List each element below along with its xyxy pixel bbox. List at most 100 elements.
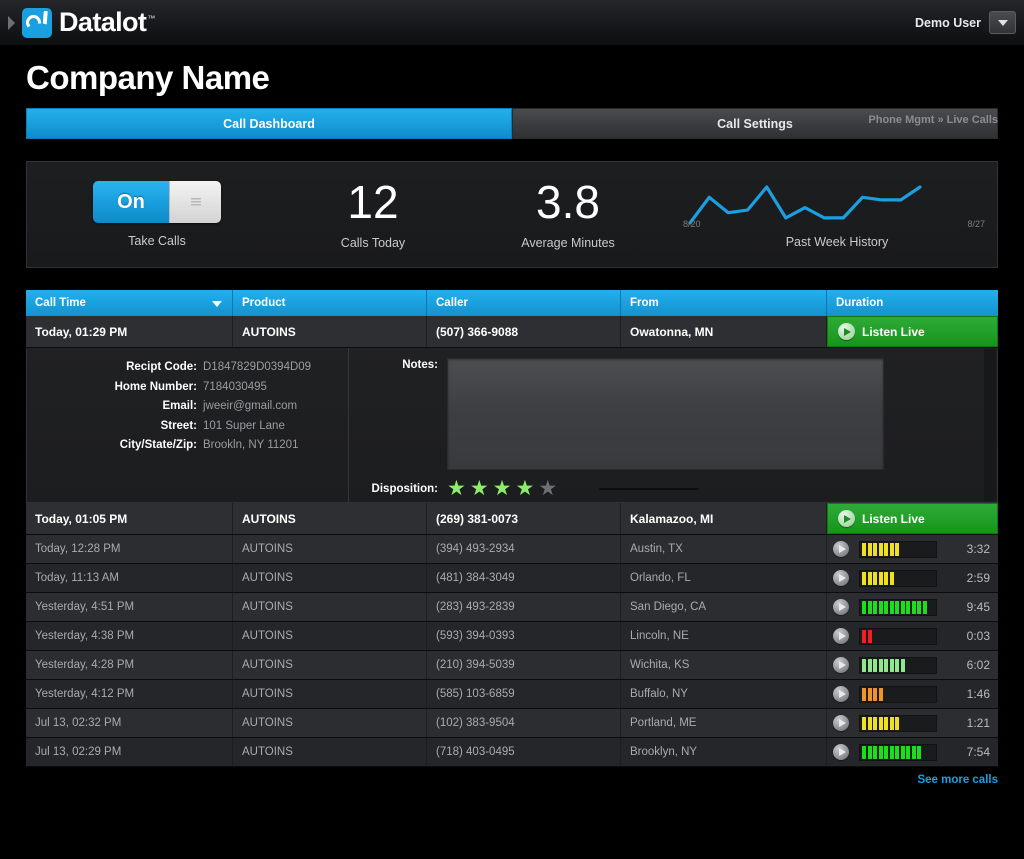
chevron-down-icon[interactable]: [989, 11, 1016, 34]
cell-caller: (269) 381-0073: [427, 503, 621, 534]
table-row[interactable]: Yesterday, 4:38 PM AUTOINS (593) 394-0393 L…: [26, 622, 998, 651]
calls-today-value: 12: [347, 176, 399, 228]
table-row[interactable]: Today, 01:29 PM AUTOINS (507) 366-9088 Owat…: [26, 316, 998, 348]
meter-segment: [873, 600, 877, 614]
cell-duration: 1:21: [827, 709, 998, 737]
play-recording-button[interactable]: [833, 686, 849, 702]
meter-segment: [895, 542, 899, 556]
column-header-from[interactable]: From: [621, 290, 827, 316]
take-calls-toggle[interactable]: On: [93, 181, 221, 223]
table-row[interactable]: Jul 13, 02:29 PM AUTOINS (718) 403-0495 Bro…: [26, 738, 998, 767]
table-row[interactable]: Today, 01:05 PM AUTOINS (269) 381-0073 Kala…: [26, 503, 998, 535]
play-recording-button[interactable]: [833, 541, 849, 557]
meter-segment: [873, 542, 877, 556]
duration-meter: [859, 743, 937, 761]
play-recording-button[interactable]: [833, 744, 849, 760]
tab-call-dashboard[interactable]: Call Dashboard: [26, 108, 512, 139]
stats-panel: On Take Calls 12 Calls Today 3.8 Average…: [26, 161, 998, 268]
user-menu[interactable]: Demo User: [915, 11, 1016, 34]
column-header-caller[interactable]: Caller: [427, 290, 621, 316]
table-row[interactable]: Yesterday, 4:51 PM AUTOINS (283) 493-2839 S…: [26, 593, 998, 622]
cell-caller: (593) 394-0393: [427, 622, 621, 650]
cell-caller: (481) 384-3049: [427, 564, 621, 592]
table-row[interactable]: Jul 13, 02:32 PM AUTOINS (102) 383-9504 Por…: [26, 709, 998, 738]
chevron-right-icon: [7, 15, 15, 30]
trademark-symbol: ™: [147, 14, 155, 23]
brand-logo[interactable]: Datalot™: [22, 7, 155, 38]
meter-segment: [878, 600, 883, 614]
detail-field-value: Brookln, NY 11201: [203, 439, 299, 452]
meter-segment: [862, 716, 866, 730]
detail-field-label: Email:: [162, 400, 197, 413]
duration-time: 1:46: [966, 687, 990, 701]
column-label: Call Time: [35, 297, 86, 309]
star-icon[interactable]: ★: [538, 478, 557, 499]
calls-today-label: Calls Today: [340, 236, 406, 250]
sidebar-toggle-handle[interactable]: [4, 9, 18, 37]
cell-product: AUTOINS: [233, 593, 427, 621]
meter-segment: [878, 687, 883, 701]
meter-segment: [878, 658, 883, 672]
detail-scrollbar[interactable]: [984, 349, 996, 501]
meter-segment: [917, 745, 921, 759]
cell-call-time: Yesterday, 4:38 PM: [26, 622, 233, 650]
column-header-call-time[interactable]: Call Time: [26, 290, 233, 316]
toggle-knob[interactable]: [169, 181, 221, 223]
star-icon[interactable]: ★: [515, 478, 534, 499]
notes-textarea[interactable]: [447, 358, 884, 470]
meter-segment: [867, 571, 872, 585]
table-row[interactable]: Yesterday, 4:12 PM AUTOINS (585) 103-6859 B…: [26, 680, 998, 709]
cell-product: AUTOINS: [233, 680, 427, 708]
disposition-slider-track[interactable]: [599, 487, 700, 490]
meter-segment: [873, 658, 877, 672]
meter-segment: [900, 658, 905, 672]
play-recording-button[interactable]: [833, 715, 849, 731]
play-recording-button[interactable]: [833, 628, 849, 644]
star-icon[interactable]: ★: [493, 478, 512, 499]
detail-field-label: Home Number:: [114, 380, 197, 393]
cell-product: AUTOINS: [233, 316, 427, 347]
page-header: Company Name Phone Mgmt » Live Calls: [0, 46, 1024, 126]
average-minutes-value: 3.8: [536, 176, 600, 228]
cell-from: Wichita, KS: [621, 651, 827, 679]
take-calls-stat: On Take Calls: [27, 181, 287, 248]
cell-call-time: Jul 13, 02:29 PM: [26, 738, 233, 766]
see-more-calls-link[interactable]: See more calls: [0, 774, 998, 786]
cell-product: AUTOINS: [233, 535, 427, 563]
cell-from: Portland, ME: [621, 709, 827, 737]
meter-segment: [895, 658, 899, 672]
meter-segment: [867, 658, 872, 672]
meter-segment: [884, 600, 888, 614]
cell-duration: 0:03: [827, 622, 998, 650]
meter-segment: [889, 542, 894, 556]
star-icon[interactable]: ★: [447, 478, 466, 499]
cell-duration: 9:45: [827, 593, 998, 621]
play-recording-button[interactable]: [833, 657, 849, 673]
table-row[interactable]: Today, 12:28 PM AUTOINS (394) 493-2934 Aust…: [26, 535, 998, 564]
top-bar: Datalot™ Demo User: [0, 0, 1024, 46]
duration-meter: [859, 627, 937, 645]
detail-fields: Recipt Code: D1847829D0394D09 Home Number:…: [27, 348, 349, 502]
detail-field-value: 7184030495: [203, 380, 267, 393]
column-header-duration[interactable]: Duration: [827, 290, 998, 316]
listen-live-button[interactable]: Listen Live: [827, 316, 998, 347]
listen-live-label: Listen Live: [862, 511, 925, 526]
duration-time: 7:54: [966, 745, 990, 759]
play-recording-button[interactable]: [833, 599, 849, 615]
column-header-product[interactable]: Product: [233, 290, 427, 316]
play-recording-button[interactable]: [833, 570, 849, 586]
meter-segment: [900, 600, 905, 614]
meter-segment: [922, 600, 927, 614]
duration-time: 1:21: [966, 716, 990, 730]
table-row[interactable]: Yesterday, 4:28 PM AUTOINS (210) 394-5039 W…: [26, 651, 998, 680]
star-icon[interactable]: ★: [470, 478, 489, 499]
take-calls-label: Take Calls: [128, 234, 186, 248]
listen-live-button[interactable]: Listen Live: [827, 503, 998, 534]
meter-segment: [878, 571, 883, 585]
detail-notes-section: Notes: Disposition: ★ ★ ★ ★ ★: [349, 348, 997, 502]
cell-from: Austin, TX: [621, 535, 827, 563]
disposition-stars[interactable]: ★ ★ ★ ★ ★: [447, 478, 557, 499]
table-row[interactable]: Today, 11:13 AM AUTOINS (481) 384-3049 Orla…: [26, 564, 998, 593]
cell-caller: (507) 366-9088: [427, 316, 621, 347]
meter-segment: [867, 600, 872, 614]
